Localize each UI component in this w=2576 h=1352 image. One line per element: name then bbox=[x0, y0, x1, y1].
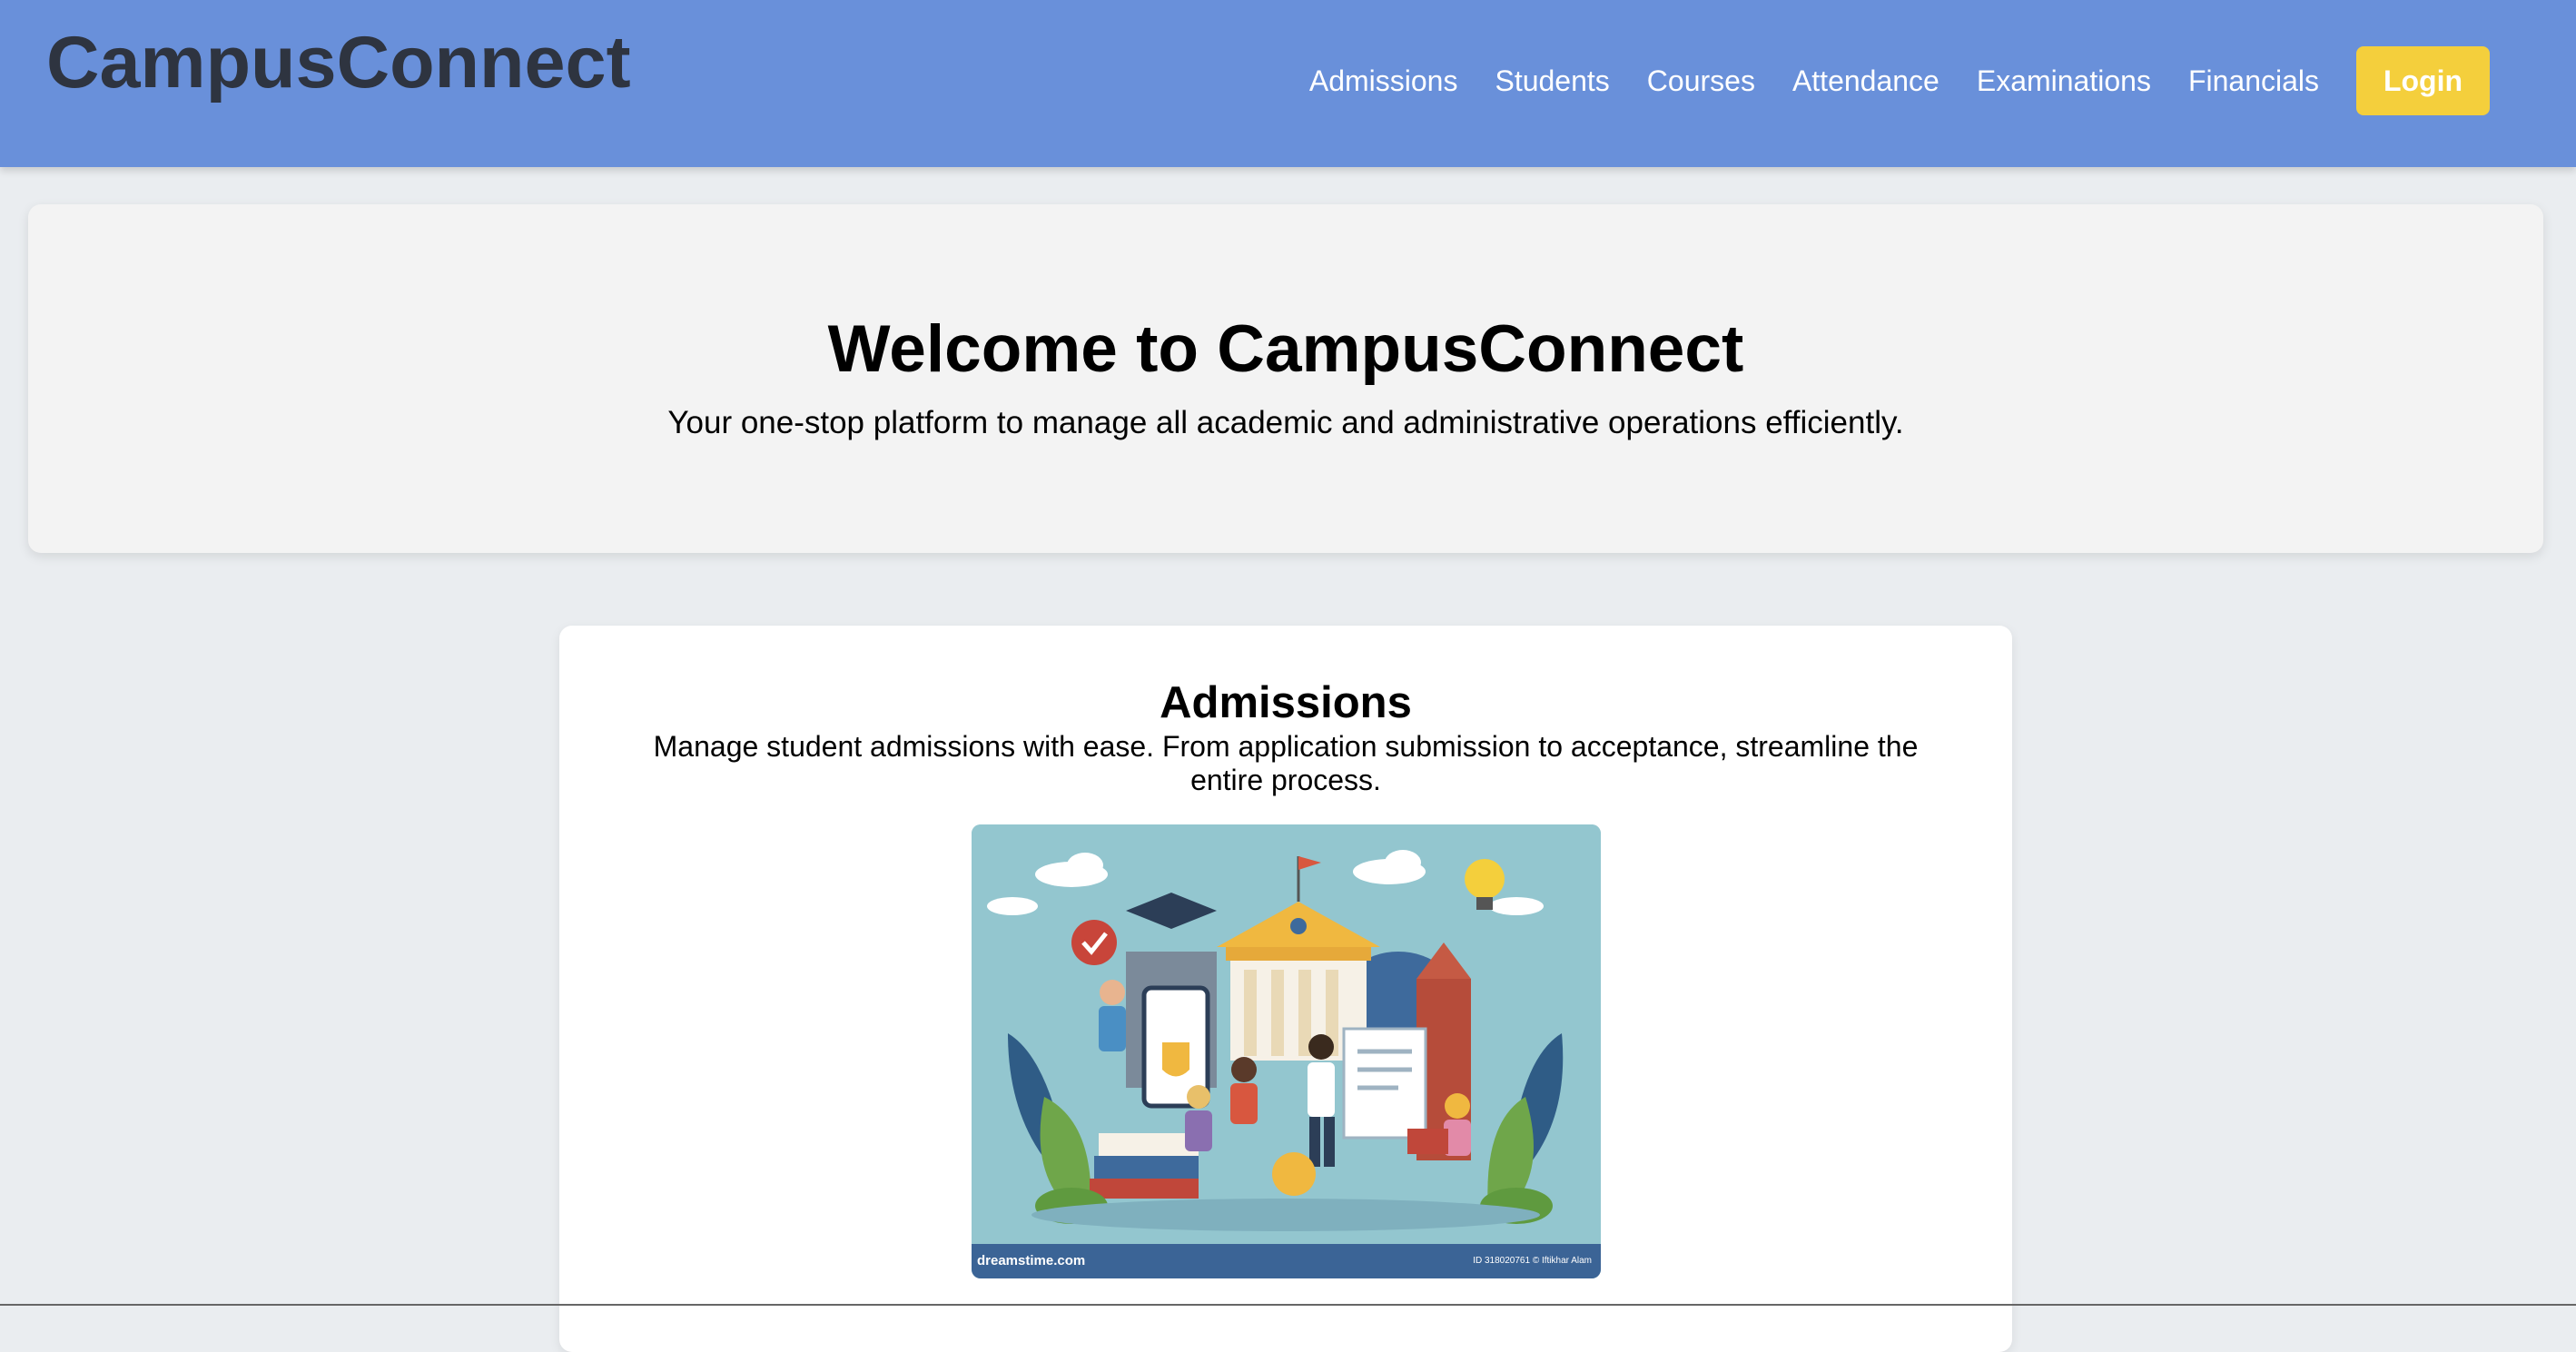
nav-financials[interactable]: Financials bbox=[2188, 46, 2319, 115]
admissions-title: Admissions bbox=[1160, 678, 1412, 727]
nav-attendance[interactable]: Attendance bbox=[1792, 46, 1939, 115]
admissions-description: Manage student admissions with ease. Fro… bbox=[653, 730, 1919, 796]
admissions-card: Admissions Manage student admissions wit… bbox=[559, 626, 2012, 1352]
image-caption-left: dreamstime.com bbox=[977, 1253, 1086, 1268]
top-navbar: CampusConnect Admissions Students Course… bbox=[0, 0, 2576, 167]
main-nav: Admissions Students Courses Attendance E… bbox=[1309, 46, 2490, 115]
hero-subtitle: Your one-stop platform to manage all aca… bbox=[667, 405, 1904, 440]
campus-illustration bbox=[972, 824, 1601, 1278]
brand-logo[interactable]: CampusConnect bbox=[46, 18, 631, 107]
nav-courses[interactable]: Courses bbox=[1647, 46, 1755, 115]
nav-admissions[interactable]: Admissions bbox=[1309, 46, 1458, 115]
nav-examinations[interactable]: Examinations bbox=[1977, 46, 2151, 115]
admissions-illustration: dreamstime.com ID 318020761 © Iftikhar A… bbox=[972, 824, 1601, 1278]
login-button[interactable]: Login bbox=[2356, 46, 2490, 115]
hero-banner: Welcome to CampusConnect Your one-stop p… bbox=[28, 204, 2543, 553]
image-caption-right: ID 318020761 © Iftikhar Alam bbox=[1473, 1256, 1592, 1266]
hero-title: Welcome to CampusConnect bbox=[827, 312, 1744, 386]
nav-students[interactable]: Students bbox=[1495, 46, 1609, 115]
